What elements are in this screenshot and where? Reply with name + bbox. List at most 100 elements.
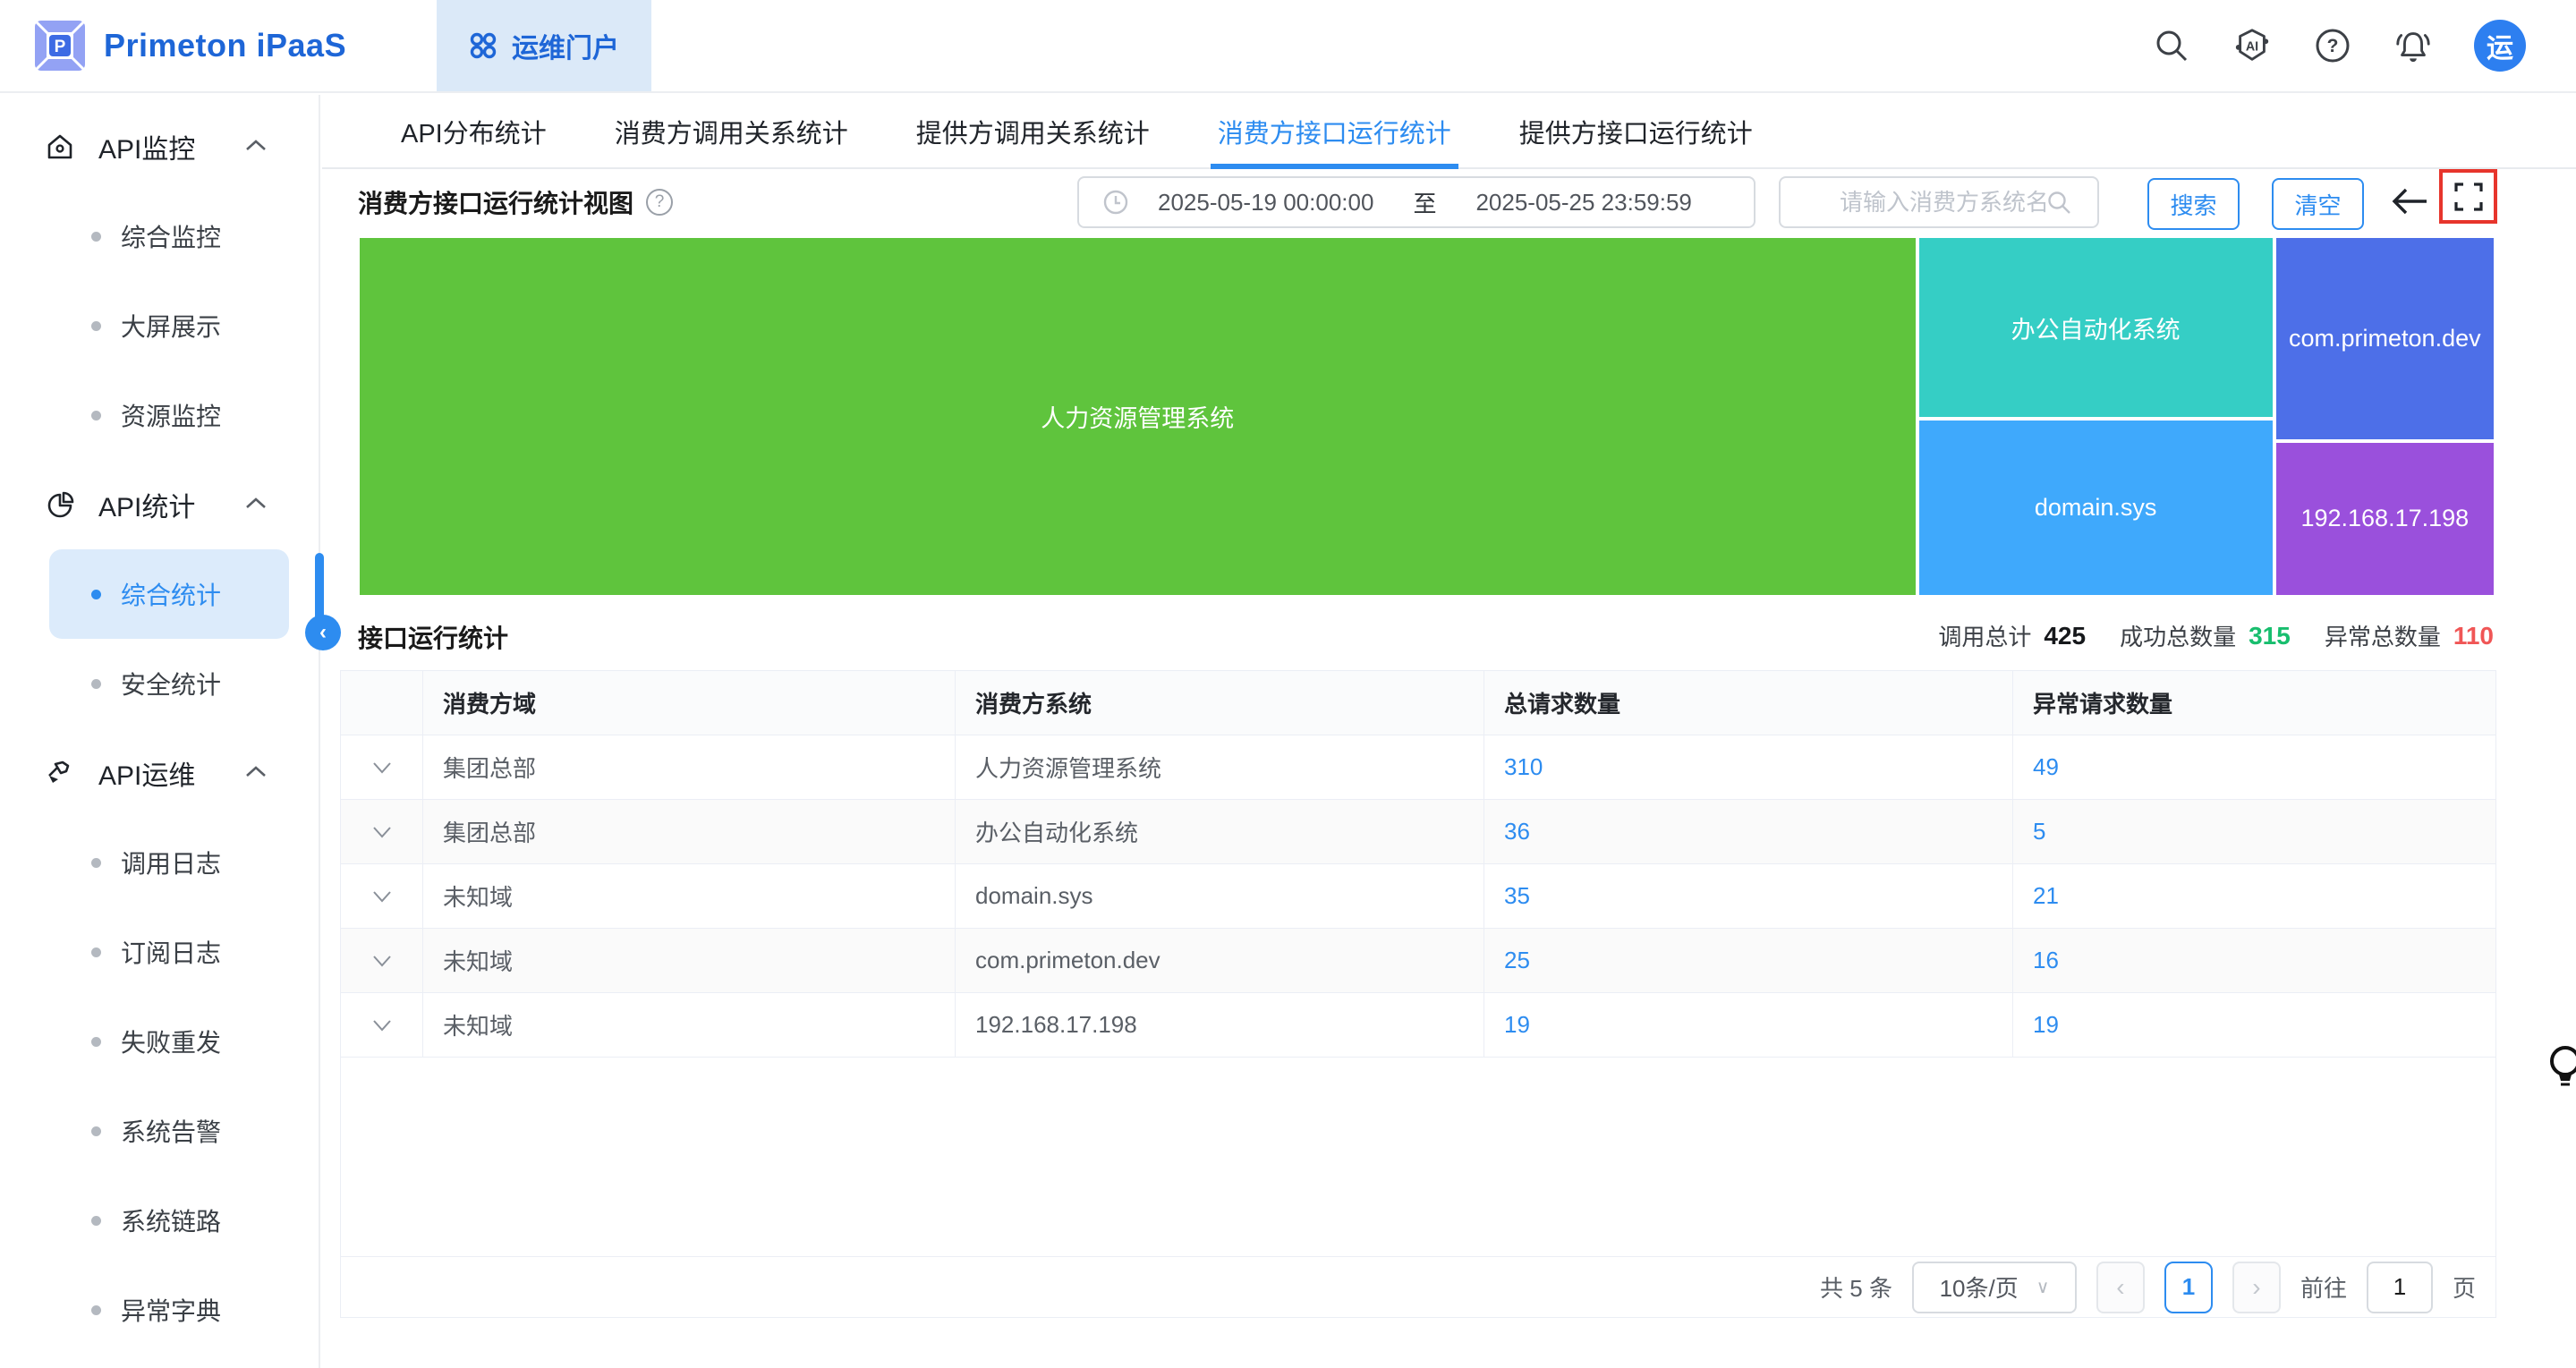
treemap-node[interactable]: 办公自动化系统 — [1917, 236, 2274, 419]
fullscreen-button-highlight — [2439, 169, 2497, 224]
total-requests-link[interactable]: 25 — [1504, 947, 1530, 974]
sidebar-item-订阅日志[interactable]: 订阅日志 — [0, 907, 319, 997]
error-requests-link[interactable]: 19 — [2033, 1011, 2059, 1039]
treemap-node[interactable]: domain.sys — [1917, 419, 2274, 597]
date-range-picker[interactable]: 2025-05-19 00:00:00 至 2025-05-25 23:59:5… — [1077, 176, 1756, 228]
consumer-system-treemap: 人力资源管理系统办公自动化系统domain.syscom.primeton.de… — [358, 236, 2495, 597]
total-requests-link[interactable]: 19 — [1504, 1011, 1530, 1039]
total-requests-link[interactable]: 35 — [1504, 882, 1530, 910]
page-number-1[interactable]: 1 — [2164, 1262, 2213, 1313]
ai-assistant-icon[interactable]: AI — [2232, 26, 2272, 65]
table-header-row: 消费方域 消费方系统 总请求数量 异常请求数量 — [341, 671, 2495, 735]
treemap-node[interactable]: 192.168.17.198 — [2274, 441, 2495, 597]
lightbulb-icon[interactable] — [2543, 1041, 2576, 1098]
error-requests-link[interactable]: 49 — [2033, 753, 2059, 781]
row-expand-button[interactable] — [341, 993, 423, 1057]
row-expand-button[interactable] — [341, 800, 423, 863]
stat-total-calls: 调用总计425 — [1938, 619, 2086, 652]
total-requests-link[interactable]: 310 — [1504, 753, 1543, 781]
goto-label: 前往 — [2300, 1270, 2347, 1304]
chevron-left-icon: ‹ — [2116, 1273, 2124, 1302]
run-stats-table: 消费方域 消费方系统 总请求数量 异常请求数量 集团总部 人力资源管理系统 31… — [340, 670, 2496, 1318]
date-start: 2025-05-19 00:00:00 — [1158, 189, 1373, 217]
home-icon — [45, 132, 75, 162]
pie-chart-icon — [45, 489, 75, 520]
sidebar-group-api-ops[interactable]: API运维 — [0, 728, 319, 818]
tab-provider-api-run-stats[interactable]: 提供方接口运行统计 — [1519, 95, 1753, 167]
pagination: 共 5 条 10条/页 ∨ ‹ 1 › 前往 页 — [341, 1256, 2495, 1317]
svg-text:AI: AI — [2246, 40, 2258, 55]
search-button[interactable]: 搜索 — [2147, 178, 2240, 230]
clear-button[interactable]: 清空 — [2272, 178, 2364, 230]
row-expand-button[interactable] — [341, 929, 423, 992]
input-search-icon[interactable] — [2045, 189, 2072, 216]
app-header: P Primeton iPaaS 运维门户 AI — [0, 0, 2576, 93]
notifications-bell-icon[interactable] — [2393, 26, 2433, 65]
tab-consumer-call-relation[interactable]: 消费方调用关系统计 — [615, 95, 848, 167]
avatar-label: 运 — [2487, 26, 2513, 65]
error-requests-link[interactable]: 16 — [2033, 947, 2059, 974]
fullscreen-icon[interactable] — [2453, 181, 2485, 213]
sidebar-item-安全统计[interactable]: 安全统计 — [0, 639, 319, 728]
next-page-button[interactable]: › — [2232, 1262, 2281, 1313]
sidebar-item-异常字典[interactable]: 异常字典 — [0, 1265, 319, 1355]
help-icon[interactable]: ? — [2313, 26, 2352, 65]
prev-page-button[interactable]: ‹ — [2096, 1262, 2145, 1313]
stat-error-total: 异常总数量110 — [2325, 619, 2494, 652]
bullet-dot — [91, 1126, 101, 1136]
app-root: P Primeton iPaaS 运维门户 AI — [0, 0, 2576, 1368]
goto-page-input[interactable] — [2367, 1262, 2433, 1313]
sidebar-item-系统告警[interactable]: 系统告警 — [0, 1086, 319, 1176]
row-expand-button[interactable] — [341, 864, 423, 928]
view-title-wrap: 消费方接口运行统计视图 ? — [358, 184, 673, 220]
page-size-select[interactable]: 10条/页 ∨ — [1912, 1262, 2077, 1313]
treemap-node-fill: com.primeton.dev — [2276, 238, 2494, 439]
expand-chevron-icon — [372, 826, 392, 838]
date-separator: 至 — [1413, 186, 1436, 219]
tab-provider-call-relation[interactable]: 提供方调用关系统计 — [916, 95, 1150, 167]
apps-grid-icon — [469, 31, 497, 60]
sidebar-item-系统链路[interactable]: 系统链路 — [0, 1176, 319, 1265]
consumer-system-search — [1779, 176, 2099, 228]
sidebar-group-api-stats[interactable]: API统计 — [0, 460, 319, 549]
tab-api-distribution[interactable]: API分布统计 — [401, 95, 547, 167]
user-avatar[interactable]: 运 — [2474, 20, 2526, 72]
total-requests-link[interactable]: 36 — [1504, 818, 1530, 845]
treemap-node-fill: domain.sys — [1919, 421, 2273, 595]
col-consumer-system: 消费方系统 — [956, 671, 1484, 735]
primeton-logo-icon: P — [34, 20, 86, 72]
sidebar-item-资源监控[interactable]: 资源监控 — [0, 370, 319, 460]
expand-chevron-icon — [372, 761, 392, 774]
expand-chevron-icon — [372, 955, 392, 967]
sidebar-item-调用日志[interactable]: 调用日志 — [0, 818, 319, 907]
stat-error-value: 110 — [2453, 622, 2494, 650]
treemap-node-fill: 人力资源管理系统 — [360, 238, 1916, 595]
sidebar-group-api-monitor[interactable]: API监控 — [0, 102, 319, 191]
row-expand-button[interactable] — [341, 735, 423, 799]
consumer-system-search-input[interactable] — [1840, 189, 2045, 217]
bullet-dot — [91, 679, 101, 689]
sidebar-item-失败重发[interactable]: 失败重发 — [0, 997, 319, 1086]
chevron-up-icon — [245, 497, 267, 514]
table-row: 集团总部 人力资源管理系统 310 49 — [341, 735, 2495, 800]
chevron-up-icon — [245, 765, 267, 782]
error-requests-link[interactable]: 21 — [2033, 882, 2059, 910]
svg-text:P: P — [55, 38, 66, 56]
treemap-node[interactable]: com.primeton.dev — [2274, 236, 2495, 441]
back-arrow-button[interactable] — [2389, 183, 2430, 225]
error-requests-link[interactable]: 5 — [2033, 818, 2045, 845]
tabbar: API分布统计 消费方调用关系统计 提供方调用关系统计 消费方接口运行统计 提供… — [322, 95, 2576, 169]
sidebar-group-label: API运维 — [98, 753, 195, 793]
nav-portal-ops[interactable]: 运维门户 — [437, 0, 651, 91]
title-help-icon[interactable]: ? — [646, 189, 673, 216]
tab-consumer-api-run-stats[interactable]: 消费方接口运行统计 — [1218, 95, 1451, 167]
nav-portal-label: 运维门户 — [512, 26, 619, 65]
treemap-node-label: 192.168.17.198 — [2293, 505, 2476, 532]
treemap-node[interactable]: 人力资源管理系统 — [358, 236, 1917, 597]
main-content: API分布统计 消费方调用关系统计 提供方调用关系统计 消费方接口运行统计 提供… — [322, 95, 2576, 1368]
sidebar-item-综合监控[interactable]: 综合监控 — [0, 191, 319, 281]
date-end: 2025-05-25 23:59:59 — [1475, 189, 1691, 217]
sidebar-item-综合统计[interactable]: 综合统计 — [49, 549, 289, 639]
sidebar-item-大屏展示[interactable]: 大屏展示 — [0, 281, 319, 370]
search-icon[interactable] — [2152, 26, 2191, 65]
